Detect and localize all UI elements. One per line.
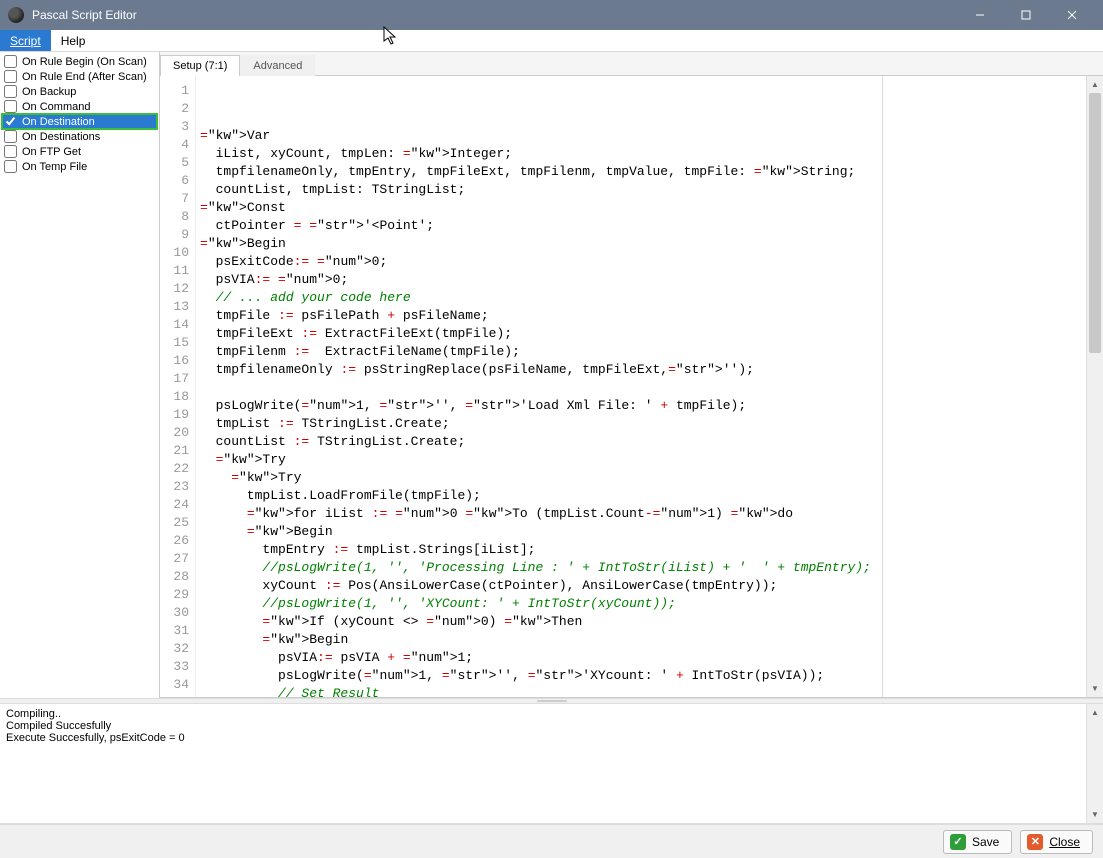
event-checkbox[interactable] [4,115,17,128]
tab-advanced[interactable]: Advanced [240,55,315,76]
code-line[interactable]: ="kw">Const [200,199,1082,217]
close-button-label: Close [1049,835,1080,849]
code-line[interactable]: iList, xyCount, tmpLen: ="kw">Integer; [200,145,1082,163]
code-line[interactable]: ="kw">for iList := ="num">0 ="kw">To (tm… [200,505,1082,523]
code-content[interactable]: ="kw">Var iList, xyCount, tmpLen: ="kw">… [196,76,1086,697]
save-button[interactable]: ✓ Save [943,830,1012,854]
code-line[interactable]: //psLogWrite(1, '', 'XYCount: ' + IntToS… [200,595,1082,613]
right-margin-line [882,76,883,697]
titlebar: Pascal Script Editor [0,0,1103,30]
sidebar-item-label: On Destinations [22,131,100,143]
code-line[interactable]: tmpEntry := tmpList.Strings[iList]; [200,541,1082,559]
sidebar-item[interactable]: On Rule End (After Scan) [2,69,157,84]
event-checkbox[interactable] [4,85,17,98]
code-line[interactable]: ="kw">Begin [200,523,1082,541]
scroll-down-icon[interactable]: ▼ [1087,680,1103,697]
sidebar-item-label: On FTP Get [22,146,81,158]
tabs: Setup (7:1) Advanced [160,52,1103,76]
maximize-button[interactable] [1003,0,1049,30]
scroll-down-icon[interactable]: ▼ [1087,806,1103,823]
output-line: Compiling.. [6,708,1097,720]
line-gutter: 1234567891011121314151617181920212223242… [160,76,196,697]
code-line[interactable]: countList, tmpList: TStringList; [200,181,1082,199]
menu-help[interactable]: Help [51,30,96,51]
code-line[interactable]: ="kw">Begin [200,235,1082,253]
vertical-scrollbar[interactable]: ▲ ▼ [1086,76,1103,697]
close-button[interactable]: ✕ Close [1020,830,1093,854]
editor-area: Setup (7:1) Advanced 1234567891011121314… [160,52,1103,698]
sidebar-item[interactable]: On Temp File [2,159,157,174]
menu-script[interactable]: Script [0,30,51,51]
sidebar-item[interactable]: On FTP Get [2,144,157,159]
sidebar-item-label: On Rule Begin (On Scan) [22,56,147,68]
code-line[interactable]: ctPointer = ="str">'<Point'; [200,217,1082,235]
sidebar-item-label: On Destination [22,116,95,128]
event-checkbox[interactable] [4,130,17,143]
output-line: Compiled Succesfully [6,720,1097,732]
minimize-button[interactable] [957,0,1003,30]
event-checkbox[interactable] [4,100,17,113]
code-line[interactable]: tmpfilenameOnly := psStringReplace(psFil… [200,361,1082,379]
code-line[interactable]: countList := TStringList.Create; [200,433,1082,451]
save-button-label: Save [972,835,999,849]
app-icon [8,7,24,23]
code-line[interactable]: // ... add your code here [200,289,1082,307]
events-sidebar: On Rule Begin (On Scan) On Rule End (Afte… [0,52,160,698]
sidebar-item-label: On Temp File [22,161,87,173]
code-line[interactable]: ="kw">Begin [200,631,1082,649]
code-line[interactable]: psVIA:= psVIA + ="num">1; [200,649,1082,667]
menubar: Script Help [0,30,1103,52]
code-line[interactable]: tmpfilenameOnly, tmpEntry, tmpFileExt, t… [200,163,1082,181]
main-area: On Rule Begin (On Scan) On Rule End (Afte… [0,52,1103,698]
event-checkbox[interactable] [4,55,17,68]
sidebar-item[interactable]: On Destinations [2,129,157,144]
output-panel: ▲ ▼ Compiling..Compiled SuccesfullyExecu… [0,704,1103,824]
close-window-button[interactable] [1049,0,1095,30]
code-line[interactable]: ="kw">Var [200,127,1082,145]
x-icon: ✕ [1027,834,1043,850]
code-line[interactable]: tmpFileExt := ExtractFileExt(tmpFile); [200,325,1082,343]
code-line[interactable]: // Set Result [200,685,1082,697]
code-line[interactable]: tmpList := TStringList.Create; [200,415,1082,433]
event-checkbox[interactable] [4,145,17,158]
footer-bar: ✓ Save ✕ Close [0,824,1103,858]
output-line: Execute Succesfully, psExitCode = 0 [6,732,1097,744]
scroll-up-icon[interactable]: ▲ [1087,76,1103,93]
tab-setup[interactable]: Setup (7:1) [160,55,240,76]
code-line[interactable]: ="kw">Try [200,469,1082,487]
code-editor[interactable]: 1234567891011121314151617181920212223242… [160,76,1103,698]
sidebar-item-label: On Command [22,101,90,113]
output-scrollbar[interactable]: ▲ ▼ [1086,704,1103,823]
sidebar-item[interactable]: On Command [2,99,157,114]
code-line[interactable] [200,379,1082,397]
code-line[interactable]: psExitCode:= ="num">0; [200,253,1082,271]
event-checkbox[interactable] [4,70,17,83]
code-line[interactable]: psVIA:= ="num">0; [200,271,1082,289]
code-line[interactable]: psLogWrite(="num">1, ="str">'', ="str">'… [200,667,1082,685]
code-line[interactable]: //psLogWrite(1, '', 'Processing Line : '… [200,559,1082,577]
sidebar-item[interactable]: On Backup [2,84,157,99]
sidebar-item[interactable]: On Rule Begin (On Scan) [2,54,157,69]
code-line[interactable]: tmpList.LoadFromFile(tmpFile); [200,487,1082,505]
code-line[interactable]: xyCount := Pos(AnsiLowerCase(ctPointer),… [200,577,1082,595]
scroll-up-icon[interactable]: ▲ [1087,704,1103,721]
code-line[interactable]: psLogWrite(="num">1, ="str">'', ="str">'… [200,397,1082,415]
scroll-thumb[interactable] [1089,93,1101,353]
code-line[interactable]: tmpFilenm := ExtractFileName(tmpFile); [200,343,1082,361]
check-icon: ✓ [950,834,966,850]
window-title: Pascal Script Editor [32,8,957,22]
sidebar-item[interactable]: On Destination [2,114,157,129]
code-line[interactable]: ="kw">If (xyCount <> ="num">0) ="kw">The… [200,613,1082,631]
code-line[interactable]: ="kw">Try [200,451,1082,469]
event-checkbox[interactable] [4,160,17,173]
sidebar-item-label: On Rule End (After Scan) [22,71,147,83]
sidebar-item-label: On Backup [22,86,76,98]
code-line[interactable]: tmpFile := psFilePath + psFileName; [200,307,1082,325]
